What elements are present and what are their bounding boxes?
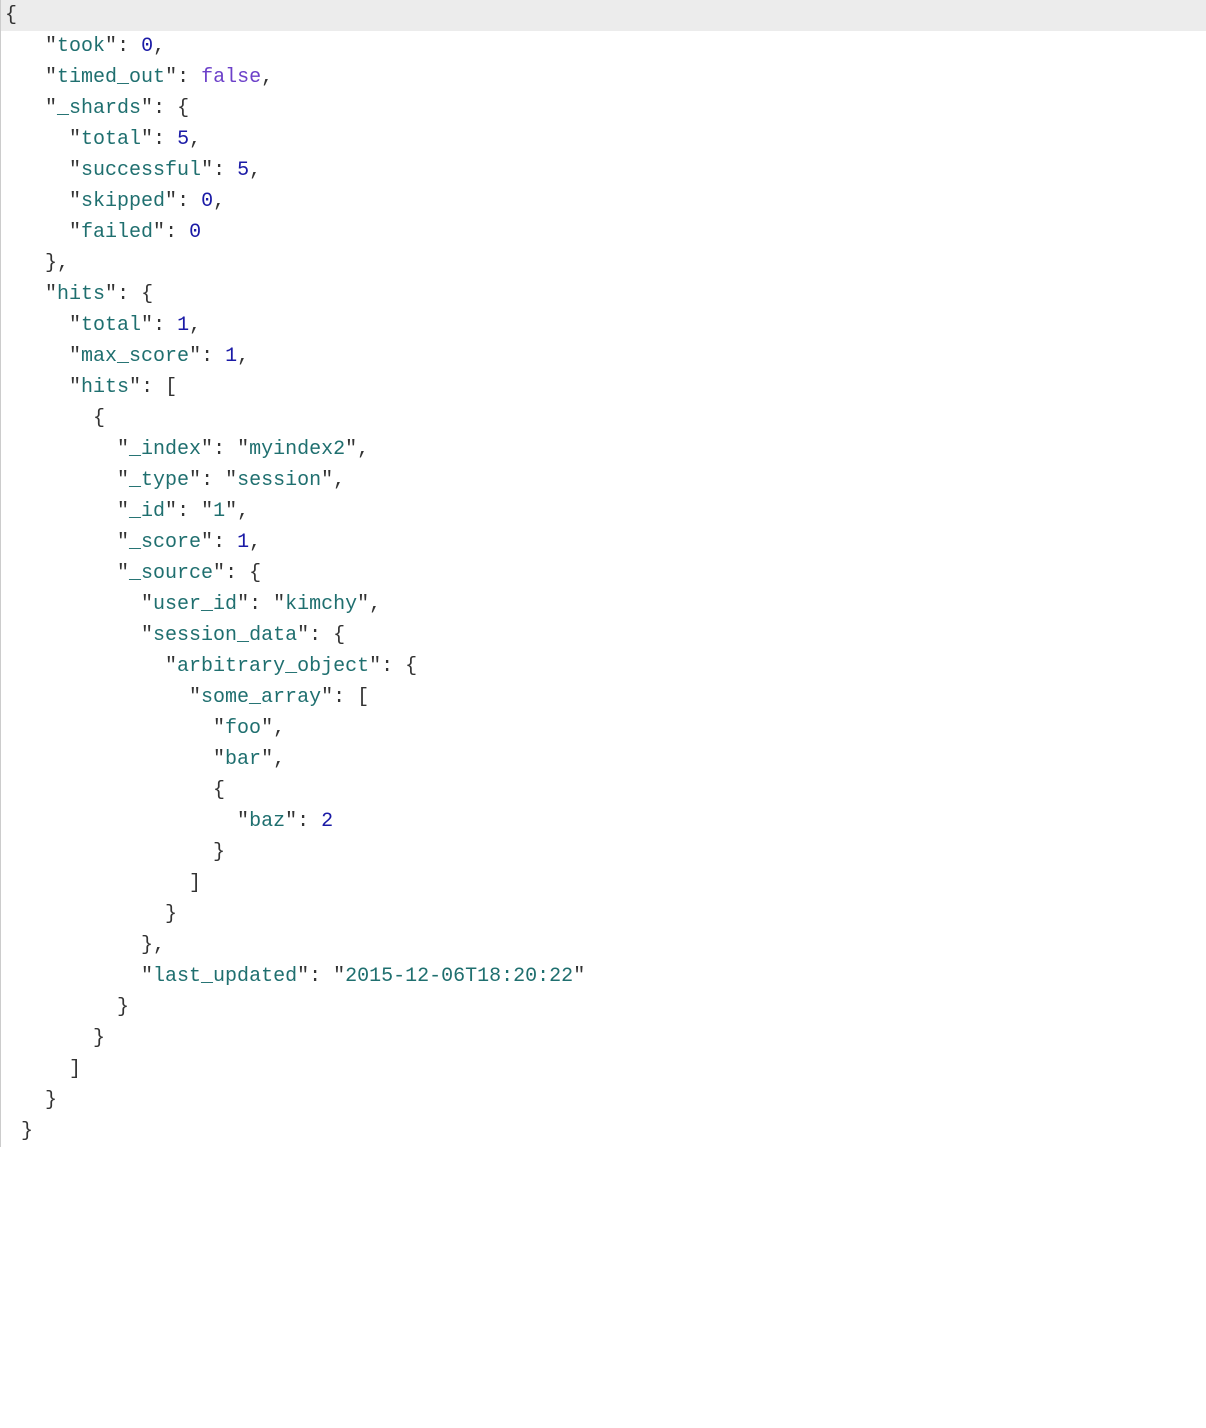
json-key-timed-out: timed_out <box>57 66 165 89</box>
json-key-last-updated: last_updated <box>153 965 297 988</box>
code-line: "baz": 2 <box>1 806 1206 837</box>
code-line: "bar", <box>1 744 1206 775</box>
json-key-total: total <box>81 128 141 151</box>
json-key-some-array: some_array <box>201 686 321 709</box>
code-line: "_type": "session", <box>1 465 1206 496</box>
code-line: "hits": { <box>1 279 1206 310</box>
json-key-skipped: skipped <box>81 190 165 213</box>
code-line: "took": 0, <box>1 31 1206 62</box>
json-value-number: 0 <box>189 221 201 244</box>
code-line: "hits": [ <box>1 372 1206 403</box>
code-line: "timed_out": false, <box>1 62 1206 93</box>
code-line: "_id": "1", <box>1 496 1206 527</box>
json-value-number: 2 <box>321 810 333 833</box>
code-line: "total": 1, <box>1 310 1206 341</box>
json-key-source: _source <box>129 562 213 585</box>
code-line: } <box>1 1085 1206 1116</box>
code-line: "failed": 0 <box>1 217 1206 248</box>
code-line: "session_data": { <box>1 620 1206 651</box>
json-key-failed: failed <box>81 221 153 244</box>
code-line: "arbitrary_object": { <box>1 651 1206 682</box>
code-line: } <box>1 837 1206 868</box>
json-value-number: 5 <box>237 159 249 182</box>
code-line: } <box>1 899 1206 930</box>
json-value-number: 0 <box>201 190 213 213</box>
code-line: }, <box>1 930 1206 961</box>
json-key-index: _index <box>129 438 201 461</box>
json-key-session-data: session_data <box>153 624 297 647</box>
code-line: "_score": 1, <box>1 527 1206 558</box>
code-line: }, <box>1 248 1206 279</box>
code-line: ] <box>1 1054 1206 1085</box>
json-value-string: 1 <box>213 500 225 523</box>
json-key-hits: hits <box>81 376 129 399</box>
json-key-took: took <box>57 35 105 58</box>
json-value-string: kimchy <box>285 593 357 616</box>
code-line: "foo", <box>1 713 1206 744</box>
code-line: "last_updated": "2015-12-06T18:20:22" <box>1 961 1206 992</box>
json-value-string: session <box>237 469 321 492</box>
code-line: "total": 5, <box>1 124 1206 155</box>
code-line: "user_id": "kimchy", <box>1 589 1206 620</box>
code-line: "max_score": 1, <box>1 341 1206 372</box>
json-value-number: 1 <box>177 314 189 337</box>
json-value-string: bar <box>225 748 261 771</box>
json-key-max-score: max_score <box>81 345 189 368</box>
brace-open: { <box>5 4 17 27</box>
json-value-number: 5 <box>177 128 189 151</box>
code-line: "_shards": { <box>1 93 1206 124</box>
code-line: { <box>1 403 1206 434</box>
json-key-baz: baz <box>249 810 285 833</box>
code-line: "some_array": [ <box>1 682 1206 713</box>
json-key-arbitrary-object: arbitrary_object <box>177 655 369 678</box>
json-key-total: total <box>81 314 141 337</box>
code-line: } <box>1 1116 1206 1147</box>
json-value-boolean: false <box>201 66 261 89</box>
code-line: "_source": { <box>1 558 1206 589</box>
code-line: "skipped": 0, <box>1 186 1206 217</box>
code-line: "_index": "myindex2", <box>1 434 1206 465</box>
json-key-successful: successful <box>81 159 201 182</box>
json-key-user-id: user_id <box>153 593 237 616</box>
json-key-shards: _shards <box>57 97 141 120</box>
json-key-id: _id <box>129 500 165 523</box>
json-code-block[interactable]: { "took": 0, "timed_out": false, "_shard… <box>0 0 1206 1147</box>
code-line: "successful": 5, <box>1 155 1206 186</box>
json-value-number: 1 <box>225 345 237 368</box>
json-key-hits: hits <box>57 283 105 306</box>
json-value-number: 1 <box>237 531 249 554</box>
json-key-type: _type <box>129 469 189 492</box>
code-line: } <box>1 992 1206 1023</box>
code-line: } <box>1 1023 1206 1054</box>
brace-close: } <box>21 1120 33 1143</box>
json-value-string: 2015-12-06T18:20:22 <box>345 965 573 988</box>
json-value-number: 0 <box>141 35 153 58</box>
json-value-string: myindex2 <box>249 438 345 461</box>
json-value-string: foo <box>225 717 261 740</box>
code-line: ] <box>1 868 1206 899</box>
code-line: { <box>1 775 1206 806</box>
json-key-score: _score <box>129 531 201 554</box>
code-line: { <box>1 0 1206 31</box>
